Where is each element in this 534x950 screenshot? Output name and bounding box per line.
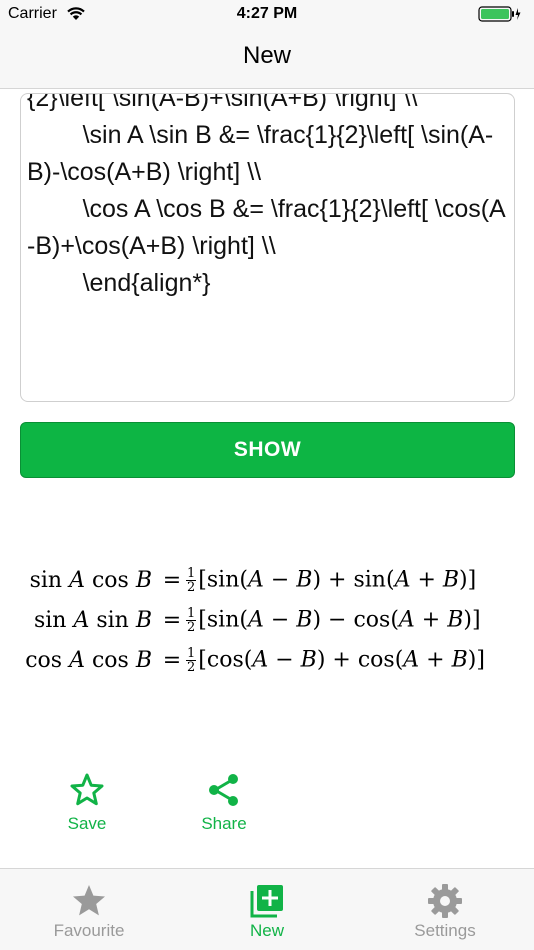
math-rhs: 1 2 [sin(A − B) + sin(A + B)] [186,565,477,595]
add-note-icon [250,885,283,918]
math-row: cos A cos B = 1 2 [cos(A − B) + cos(A + B)… [20,640,515,680]
gear-icon [428,884,462,918]
tab-label: New [249,921,284,940]
math-equals: = [162,567,182,593]
battery-icon [478,6,521,22]
math-lhs: cos A cos B [25,647,152,673]
star-icon [73,885,105,916]
star-outline-icon [70,773,104,806]
math-row: sin A cos B = 1 2 [sin(A − B) + sin(A + B)… [20,560,515,600]
screen: Carrier 4:27 PM New {2}\left[ \sin(A-B)+… [0,0,534,950]
tab-settings[interactable]: Settings [385,883,505,947]
latex-editor[interactable]: {2}\left[ \sin(A-B)+\sin(A+B) \right] \\… [20,93,515,402]
math-row: sin A sin B = 1 2 [sin(A − B) − cos(A + B)… [20,600,515,640]
clock: 4:27 PM [236,5,298,22]
math-lhs: sin A sin B [33,607,152,633]
math-rhs: 1 2 [sin(A − B) − cos(A + B)] [186,605,481,635]
math-lhs: sin A cos B [29,567,152,593]
tab-label: Settings [414,921,476,940]
math-rhs: 1 2 [cos(A − B) + cos(A + B)] [186,645,485,675]
status-bar: Carrier 4:27 PM [0,0,534,28]
rendered-math: sin A cos B = 1 2 [sin(A − B) + sin(A + B)… [20,560,515,680]
tab-label: Favourite [53,921,125,940]
top-bar: Carrier 4:27 PM New [0,0,534,89]
share-icon [209,774,238,806]
share-button[interactable]: Share [179,772,269,834]
page-title: New [242,42,291,69]
math-equals: = [162,607,182,633]
tab-favourite[interactable]: Favourite [29,883,149,947]
save-label: Save [67,814,107,833]
math-equals: = [162,647,182,673]
tab-bar: Favourite New Settings [0,868,534,950]
share-label: Share [201,814,247,833]
tab-new[interactable]: New [207,883,327,947]
latex-editor-text[interactable]: {2}\left[ \sin(A-B)+\sin(A+B) \right] \\… [27,94,511,302]
save-button[interactable]: Save [42,772,132,834]
show-button[interactable]: SHOW [20,422,515,478]
